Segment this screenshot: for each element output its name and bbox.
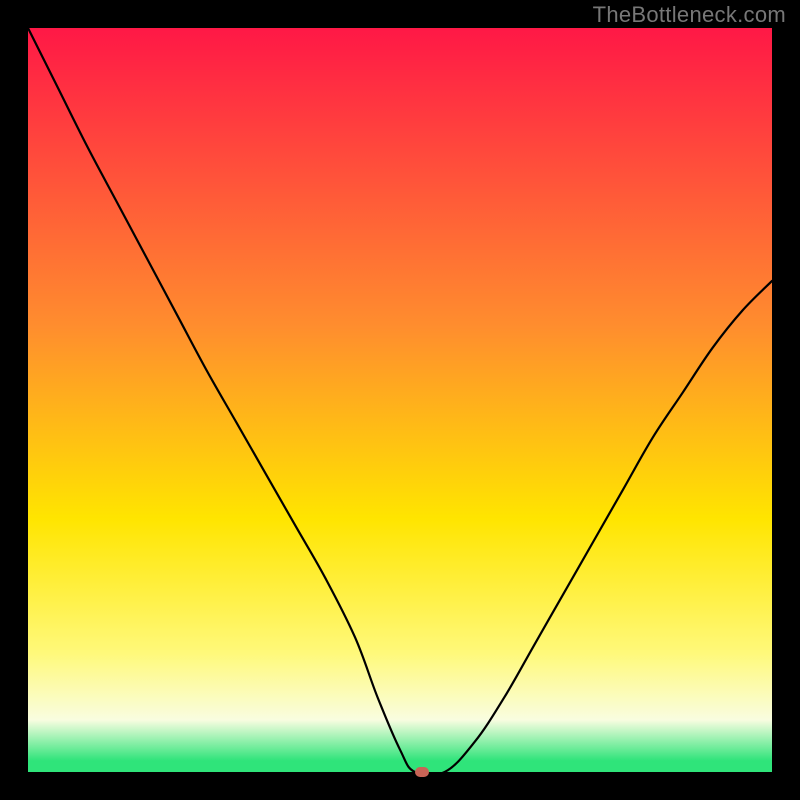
plot-area [28, 28, 772, 772]
selected-balance-marker [415, 767, 429, 777]
bottleneck-curve [28, 28, 772, 776]
chart-frame: TheBottleneck.com [0, 0, 800, 800]
attribution-text: TheBottleneck.com [593, 2, 786, 28]
curve-layer [28, 28, 772, 772]
